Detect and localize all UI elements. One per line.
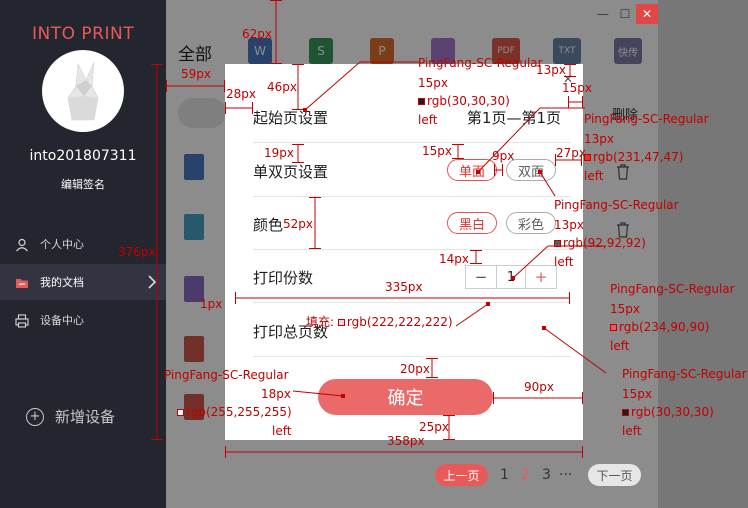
annotation-align: left (622, 424, 642, 438)
annotation-color-value: rgb(255,255,255) (186, 405, 292, 419)
annotation-dim: 28px (226, 87, 256, 101)
annotation-dim: 52px (283, 217, 313, 231)
annotation-font-color: rgb(231,47,47) (584, 151, 683, 163)
annotation-fill-label: 填充: (306, 315, 335, 329)
annotation-dim: 14px (439, 252, 469, 266)
color-swatch (418, 98, 425, 105)
annotation-font-size: 15px (610, 302, 640, 316)
annotation-dim: 376px (118, 245, 156, 259)
annotation-font-size: 15px (622, 387, 652, 401)
annotation-font-color: rgb(255,255,255) (177, 406, 292, 418)
app-window: INTO PRINT into201807311 编辑签名 个人中心 我的文档 (0, 0, 748, 508)
color-swatch (337, 319, 345, 326)
color-swatch (554, 240, 561, 247)
annotation-dim: 335px (385, 280, 423, 294)
annotation-color-value: rgb(30,30,30) (427, 94, 510, 108)
annotation-font-family: PingFang-SC-Regular (622, 367, 747, 381)
annotation-color-value: rgb(231,47,47) (593, 150, 684, 164)
annotation-font-color: rgb(92,92,92) (554, 237, 646, 249)
annotation-font-size: 13px (554, 218, 584, 232)
annotation-dim: 358px (387, 434, 425, 448)
annotation-font-family: PingFang-SC-Regular (584, 112, 709, 126)
annotation-dim: 1px (200, 297, 223, 311)
annotation-dim: 25px (419, 420, 449, 434)
annotation-font-family: PingFang-SC-Regular (164, 368, 289, 382)
annotation-dim: 46px (267, 80, 297, 94)
annotation-color-value: rgb(234,90,90) (619, 320, 710, 334)
annotation-align: left (610, 339, 630, 353)
annotation-font-color: rgb(234,90,90) (610, 321, 709, 333)
annotation-font-family: PingFang-SC-Regular (554, 198, 679, 212)
annotation-font-color: rgb(30,30,30) (418, 95, 510, 107)
annotation-dim: 15px (422, 144, 452, 158)
annotation-dim: 27px (556, 146, 586, 160)
annotation-dim: 9px (492, 149, 515, 163)
annotation-color-value: rgb(30,30,30) (631, 405, 714, 419)
annotation-font-size: 18px (261, 387, 291, 401)
color-swatch (584, 154, 591, 161)
annotation-dim: 62px (242, 27, 272, 41)
annotation-align: left (418, 113, 438, 127)
annotation-font-family: PingFang-SC-Regular (418, 56, 543, 70)
annotation-dim: 20px (400, 362, 430, 376)
annotation-align: left (554, 255, 574, 269)
annotation-dim: 15px (562, 81, 592, 95)
annotation-font-color: rgb(30,30,30) (622, 406, 714, 418)
annotation-font-size: 13px (584, 132, 614, 146)
annotation-font-size: 15px (418, 76, 448, 90)
color-swatch (610, 324, 617, 331)
annotation-color-value: rgb(222,222,222) (346, 315, 453, 329)
annotation-fill: 填充: rgb(222,222,222) (306, 316, 453, 328)
annotation-color-value: rgb(92,92,92) (563, 236, 646, 250)
annotation-font-family: PingFang-SC-Regular (610, 282, 735, 296)
annotation-dim: 19px (264, 146, 294, 160)
annotation-align: left (584, 169, 604, 183)
color-swatch (622, 409, 629, 416)
annotation-dim: 59px (181, 67, 211, 81)
color-swatch (177, 409, 184, 416)
annotation-align: left (272, 424, 292, 438)
annotation-dim: 90px (524, 380, 554, 394)
